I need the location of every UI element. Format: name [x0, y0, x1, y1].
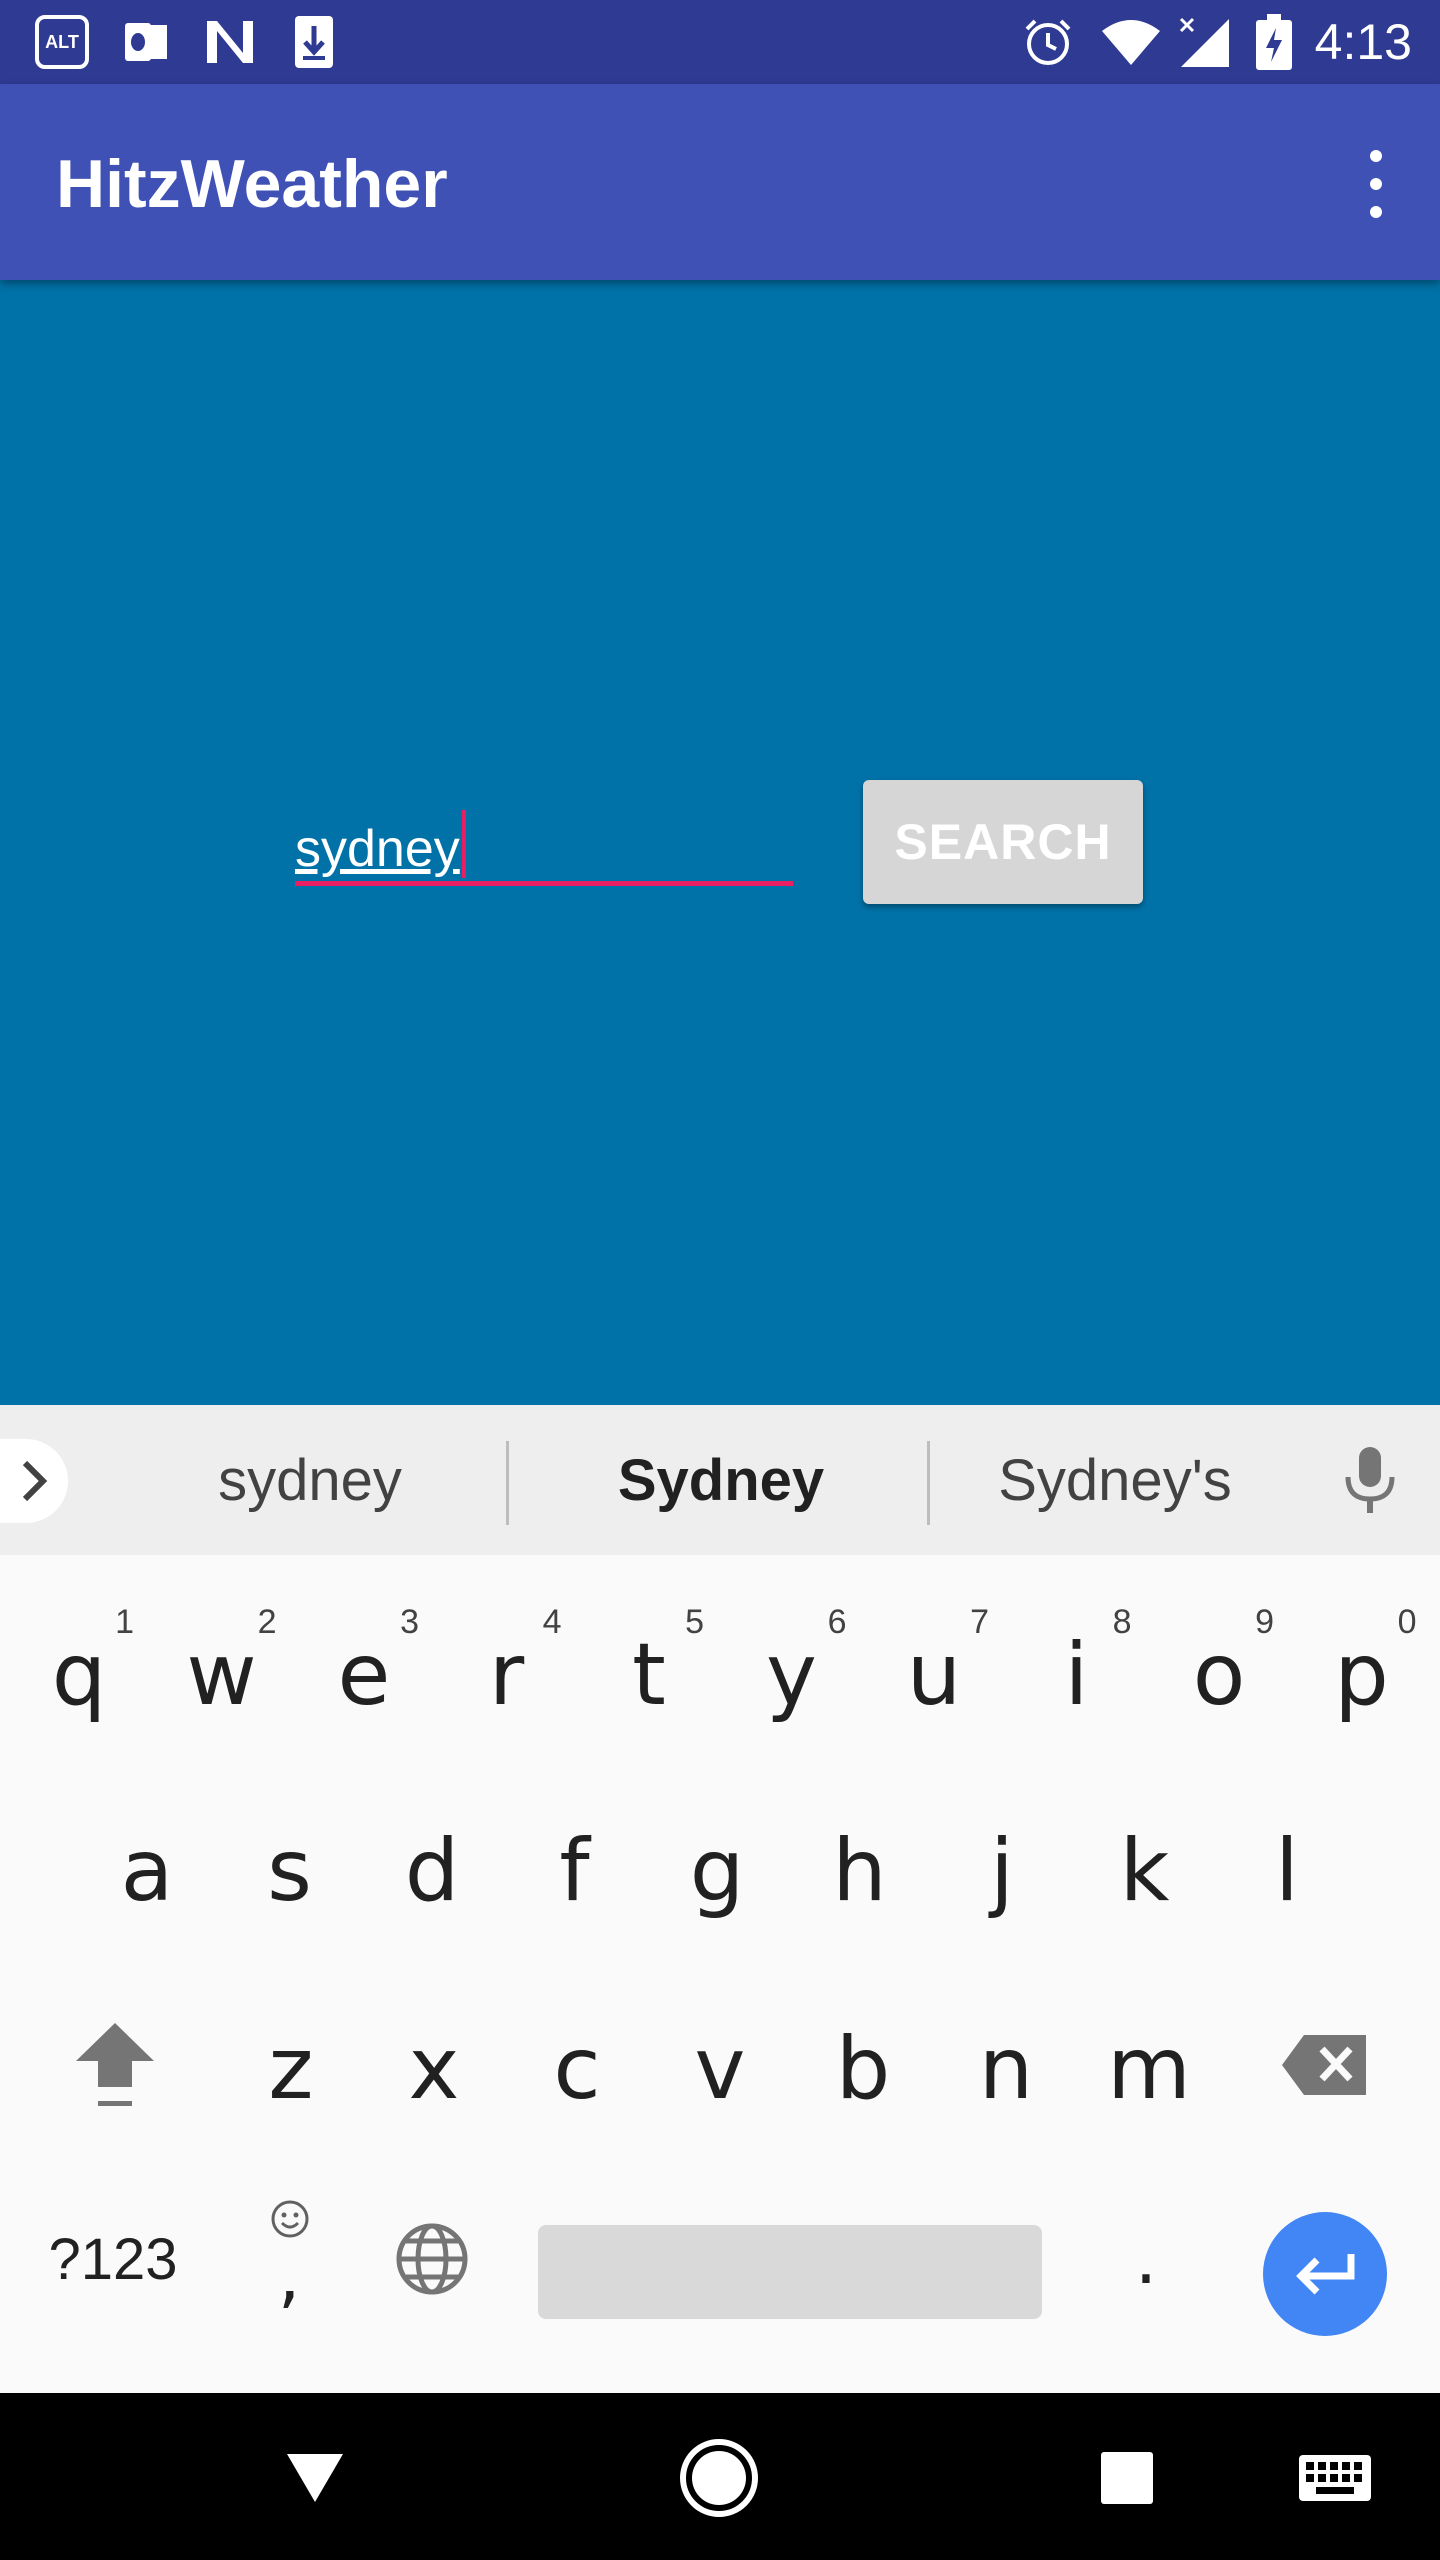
key-v[interactable]: v: [649, 1969, 791, 2169]
status-bar: ALT 4:13: [0, 0, 1440, 84]
key-q[interactable]: q1: [8, 1575, 150, 1775]
key-g[interactable]: g: [646, 1771, 788, 1971]
key-r[interactable]: r4: [436, 1575, 578, 1775]
alt-balaji-icon: ALT: [34, 14, 90, 70]
key-hint: 6: [827, 1603, 847, 1641]
key-w[interactable]: w2: [151, 1575, 293, 1775]
shift-key[interactable]: [42, 1965, 188, 2165]
suggestion-2[interactable]: Sydney: [516, 1405, 926, 1555]
key-label: i: [1064, 1625, 1089, 1725]
key-z[interactable]: z: [220, 1969, 362, 2169]
key-label: r: [488, 1625, 525, 1725]
soft-keyboard: q1w2e3r4t5y6u7i8o9p0 asdfghjkl zxcvbnm ?…: [0, 1555, 1440, 2393]
download-icon: [286, 14, 342, 70]
key-hint: 5: [685, 1603, 704, 1641]
search-button[interactable]: SEARCH: [863, 780, 1143, 904]
suggestion-divider: [927, 1441, 930, 1525]
enter-arrow-icon: [1296, 2254, 1355, 2295]
key-hint: 2: [257, 1603, 277, 1641]
key-j[interactable]: j: [931, 1771, 1073, 1971]
key-n[interactable]: n: [935, 1969, 1077, 2169]
key-label: p: [1334, 1625, 1389, 1725]
key-label: e: [337, 1625, 391, 1725]
alarm-icon: [1020, 14, 1076, 70]
key-i[interactable]: i8: [1006, 1575, 1148, 1775]
app-bar: HitzWeather: [0, 84, 1440, 280]
emoji-comma-key[interactable]: ,: [220, 2159, 360, 2359]
symbols-key[interactable]: ?123: [18, 2159, 208, 2359]
key-x[interactable]: x: [363, 1969, 505, 2169]
key-c[interactable]: c: [506, 1969, 648, 2169]
key-d[interactable]: d: [361, 1771, 503, 1971]
key-hint: 0: [1397, 1603, 1417, 1641]
key-m[interactable]: m: [1078, 1969, 1220, 2169]
keyboard-switch-icon[interactable]: [1290, 2433, 1380, 2523]
signal-icon: [1176, 14, 1232, 70]
key-o[interactable]: o9: [1148, 1575, 1290, 1775]
key-h[interactable]: h: [789, 1771, 931, 1971]
back-icon[interactable]: [270, 2433, 360, 2523]
chevron-right-icon[interactable]: [0, 1439, 68, 1523]
key-s[interactable]: s: [219, 1771, 361, 1971]
wifi-icon: [1098, 14, 1164, 70]
comma-label: ,: [278, 2235, 301, 2317]
city-search-input[interactable]: sydney: [295, 790, 793, 886]
microphone-icon[interactable]: [1340, 1445, 1400, 1517]
key-label: w: [186, 1625, 257, 1725]
more-vert-icon[interactable]: [1352, 140, 1400, 228]
navigation-bar: [0, 2393, 1440, 2560]
key-a[interactable]: a: [76, 1771, 218, 1971]
suggestion-1[interactable]: sydney: [110, 1405, 510, 1555]
svg-text:ALT: ALT: [45, 32, 79, 52]
outlook-icon: [118, 14, 174, 70]
search-input-value: sydney: [295, 820, 460, 878]
suggestion-divider: [506, 1441, 509, 1525]
key-label: o: [1192, 1625, 1246, 1725]
home-icon[interactable]: [674, 2433, 764, 2523]
app-title: HitzWeather: [56, 146, 448, 222]
key-u[interactable]: u7: [863, 1575, 1005, 1775]
period-key[interactable]: .: [1076, 2159, 1216, 2359]
key-label: y: [766, 1625, 817, 1725]
battery-charging-icon: [1246, 14, 1302, 70]
key-hint: 3: [400, 1603, 419, 1641]
n-icon: [202, 14, 258, 70]
key-p[interactable]: p0: [1291, 1575, 1433, 1775]
key-e[interactable]: e3: [293, 1575, 435, 1775]
key-hint: 7: [970, 1603, 989, 1641]
text-cursor: [461, 810, 466, 878]
key-label: u: [906, 1625, 962, 1725]
enter-key[interactable]: [1263, 2212, 1387, 2336]
key-hint: 1: [115, 1603, 134, 1641]
suggestion-3[interactable]: Sydney's: [940, 1405, 1290, 1555]
space-key[interactable]: [538, 2225, 1042, 2319]
globe-key[interactable]: [362, 2159, 502, 2359]
clock-time: 4:13: [1314, 14, 1412, 70]
keyboard-suggestion-strip: sydney Sydney Sydney's: [0, 1405, 1440, 1555]
key-f[interactable]: f: [504, 1771, 646, 1971]
key-label: t: [632, 1625, 666, 1725]
recents-icon[interactable]: [1082, 2433, 1172, 2523]
globe-icon: [396, 2223, 468, 2295]
key-hint: 4: [542, 1603, 562, 1641]
key-k[interactable]: k: [1074, 1771, 1216, 1971]
key-label: q: [51, 1625, 107, 1725]
emoji-icon: [271, 2200, 309, 2238]
backspace-key[interactable]: [1252, 1965, 1398, 2165]
key-l[interactable]: l: [1216, 1771, 1358, 1971]
key-hint: 8: [1112, 1603, 1132, 1641]
main-content: sydney SEARCH: [0, 280, 1440, 1405]
key-hint: 9: [1255, 1603, 1274, 1641]
key-t[interactable]: t5: [578, 1575, 720, 1775]
key-b[interactable]: b: [792, 1969, 934, 2169]
key-y[interactable]: y6: [721, 1575, 863, 1775]
